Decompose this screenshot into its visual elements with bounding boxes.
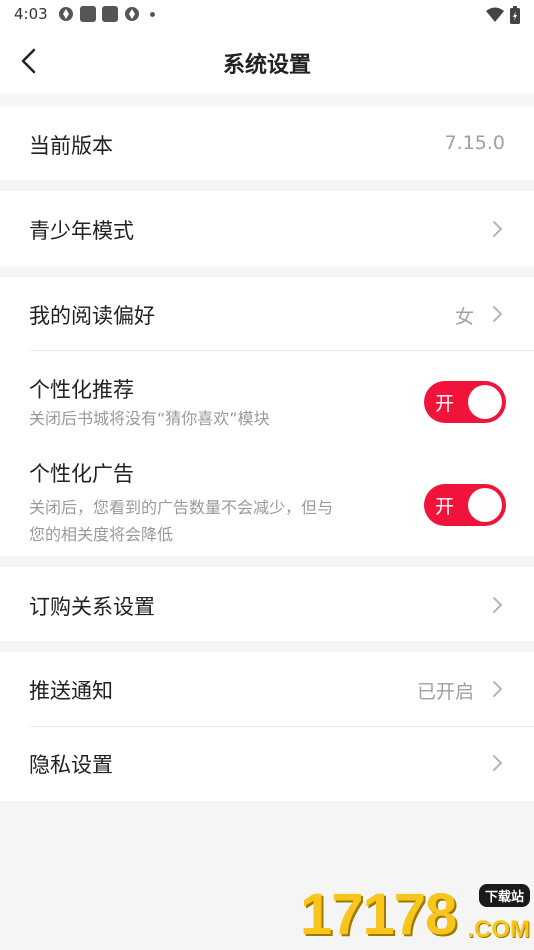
subscription-label: 订购关系设置 bbox=[29, 595, 155, 619]
push-notification-status: 已开启 bbox=[416, 681, 474, 703]
privacy-settings-label: 隐私设置 bbox=[29, 753, 113, 777]
reading-preference-label: 我的阅读偏好 bbox=[29, 304, 155, 328]
teen-mode-label: 青少年模式 bbox=[29, 219, 134, 243]
page-title: 系统设置 bbox=[222, 53, 311, 78]
personal-ads-toggle[interactable]: 开 bbox=[424, 484, 506, 526]
version-row: 当前版本 7.15.0 bbox=[0, 106, 534, 180]
toggle-label: 开 bbox=[435, 393, 455, 415]
version-value: 7.15.0 bbox=[444, 132, 505, 154]
personal-recommend-desc: 关闭后书城将没有“猜你喜欢”模块 bbox=[29, 409, 270, 428]
chevron-right-icon bbox=[493, 306, 502, 322]
teen-mode-row[interactable]: 青少年模式 bbox=[0, 191, 534, 266]
wifi-icon bbox=[486, 7, 504, 22]
chevron-right-icon bbox=[493, 221, 502, 237]
app-notification-icon bbox=[102, 6, 118, 22]
toggle-knob bbox=[468, 488, 502, 522]
personal-recommend-row: 个性化推荐 关闭后书城将没有“猜你喜欢”模块 开 bbox=[0, 351, 534, 433]
status-time: 4:03 bbox=[14, 5, 48, 23]
status-bar: 4:03 bbox=[0, 0, 534, 30]
personalization-group: 我的阅读偏好 女 个性化推荐 关闭后书城将没有“猜你喜欢”模块 开 个性化广告 … bbox=[0, 277, 534, 556]
push-notification-row[interactable]: 推送通知 已开启 bbox=[0, 652, 534, 726]
site-watermark-logo: 17178 下载站 .COM bbox=[300, 882, 530, 948]
header-bar: 系统设置 bbox=[0, 30, 534, 94]
personal-ads-row: 个性化广告 关闭后，您看到的广告数量不会减少，但与 您的相关度将会降低 开 bbox=[0, 443, 534, 553]
notification-icons bbox=[58, 6, 155, 22]
system-icons bbox=[486, 6, 520, 24]
watermark-domain: .COM bbox=[467, 916, 530, 943]
chevron-right-icon bbox=[493, 597, 502, 613]
more-notifications-dot-icon bbox=[150, 11, 155, 17]
personal-ads-label: 个性化广告 bbox=[29, 462, 134, 486]
battery-icon bbox=[510, 6, 520, 24]
toggle-knob bbox=[468, 385, 502, 419]
app-notification-icon bbox=[80, 6, 96, 22]
reading-preference-value: 女 bbox=[454, 306, 474, 328]
personal-recommend-label: 个性化推荐 bbox=[29, 378, 134, 402]
version-label: 当前版本 bbox=[29, 134, 113, 158]
chevron-right-icon bbox=[493, 681, 502, 697]
reading-preference-row[interactable]: 我的阅读偏好 女 bbox=[0, 277, 534, 351]
notification-privacy-group: 推送通知 已开启 隐私设置 bbox=[0, 652, 534, 801]
push-notification-label: 推送通知 bbox=[29, 679, 113, 703]
app-notification-icon bbox=[59, 7, 73, 21]
personal-ads-desc-line1: 关闭后，您看到的广告数量不会减少，但与 bbox=[29, 498, 334, 517]
watermark-number: 17178 bbox=[300, 882, 457, 947]
personal-recommend-toggle[interactable]: 开 bbox=[424, 381, 506, 423]
toggle-label: 开 bbox=[435, 496, 455, 518]
subscription-row[interactable]: 订购关系设置 bbox=[0, 567, 534, 641]
chevron-right-icon bbox=[493, 755, 502, 771]
privacy-settings-row[interactable]: 隐私设置 bbox=[0, 727, 534, 801]
app-notification-icon bbox=[125, 7, 139, 21]
watermark-badge: 下载站 bbox=[478, 884, 530, 907]
personal-ads-desc-line2: 您的相关度将会降低 bbox=[29, 525, 174, 544]
